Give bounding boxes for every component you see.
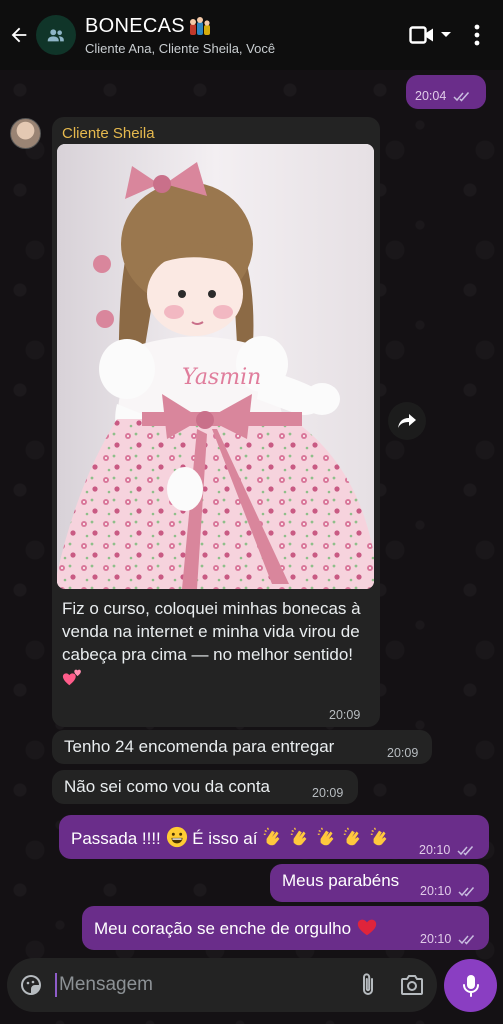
chat-participants: Cliente Ana, Cliente Sheila, Você [85, 40, 276, 56]
message-list[interactable]: 20:04 Cliente Sheila Yasmin Fiz o curso,… [0, 70, 503, 960]
two-hearts-emoji-icon [62, 669, 81, 686]
clapping-hands-emoji-icon [290, 827, 307, 846]
paperclip-icon [363, 973, 373, 995]
message-incoming-image[interactable]: Cliente Sheila Yasmin Fiz o curso, coloq… [52, 117, 380, 727]
message-time: 20:10 [420, 932, 452, 946]
doll-name-embroidery: Yasmin [182, 365, 261, 390]
message-outgoing[interactable]: 20:04 [406, 75, 486, 109]
message-incoming[interactable]: Tenho 24 encomenda para entregar 20:09 [52, 730, 432, 764]
clapping-hands-emoji-group [262, 827, 391, 848]
clapping-hands-emoji-icon [344, 827, 360, 846]
read-ticks-icon [457, 846, 473, 856]
forward-button[interactable] [388, 402, 426, 440]
microphone-icon [462, 974, 479, 997]
voice-message-button[interactable] [444, 959, 497, 1012]
clapping-hands-emoji-icon [317, 827, 334, 846]
video-call-button[interactable] [403, 15, 457, 55]
message-time: 20:09 [387, 746, 419, 760]
chat-titles[interactable]: BONECAS Cliente Ana, Cliente Sheila, Voc… [85, 15, 403, 56]
message-time: 20:04 [415, 89, 447, 103]
message-text: Meu coração se enche de orgulho [94, 919, 352, 938]
more-vert-icon [474, 24, 480, 46]
message-text: Meus parabéns [282, 871, 400, 890]
message-outgoing[interactable]: Meu coração se enche de orgulho 20:10 [82, 906, 489, 950]
read-ticks-icon [453, 92, 469, 102]
grinning-face-emoji-icon [166, 826, 187, 848]
back-button[interactable] [2, 0, 36, 70]
message-time: 20:09 [312, 786, 344, 800]
message-composer: Mensagem [7, 958, 437, 1012]
camera-button[interactable] [387, 974, 437, 996]
sender-name[interactable]: Cliente Sheila [62, 123, 155, 145]
sticker-button[interactable] [7, 973, 55, 997]
message-time: 20:10 [419, 843, 451, 857]
message-time: 20:10 [420, 884, 452, 898]
more-options-button[interactable] [457, 15, 497, 55]
group-avatar-icon [47, 29, 64, 42]
message-incoming[interactable]: Não sei como vou da conta 20:09 [52, 770, 358, 804]
message-text: Passada !!!! [71, 829, 161, 848]
chat-header: BONECAS Cliente Ana, Cliente Sheila, Voc… [0, 0, 503, 70]
attach-button[interactable] [349, 972, 387, 998]
clapping-hands-emoji-icon [370, 827, 387, 846]
read-ticks-icon [458, 887, 474, 897]
dropdown-icon [440, 32, 451, 37]
video-call-icon [408, 26, 433, 44]
doll-photo[interactable]: Yasmin [57, 144, 374, 589]
text-cursor [55, 973, 57, 997]
red-heart-emoji-icon [357, 919, 376, 936]
sender-avatar[interactable] [10, 118, 41, 149]
message-caption: Fiz o curso, coloquei minhas bonecas à v… [62, 597, 362, 690]
message-input[interactable]: Mensagem [59, 974, 349, 996]
forward-icon [398, 414, 416, 428]
group-avatar[interactable] [36, 15, 76, 55]
message-outgoing[interactable]: Passada !!!! É isso aí 20:10 [59, 815, 489, 859]
message-text: Tenho 24 encomenda para entregar [64, 737, 335, 756]
clapping-hands-emoji-icon [264, 827, 280, 846]
message-text: É isso aí [192, 829, 258, 848]
chat-title: BONECAS [85, 15, 403, 38]
message-time: 20:09 [329, 708, 361, 722]
read-ticks-icon [458, 935, 474, 945]
sticker-icon [21, 975, 41, 995]
message-text: Não sei como vou da conta [64, 777, 271, 796]
camera-icon [401, 975, 423, 995]
dolls-emoji-icon [189, 17, 210, 35]
message-outgoing[interactable]: Meus parabéns 20:10 [270, 864, 489, 902]
back-arrow-icon [11, 27, 27, 43]
